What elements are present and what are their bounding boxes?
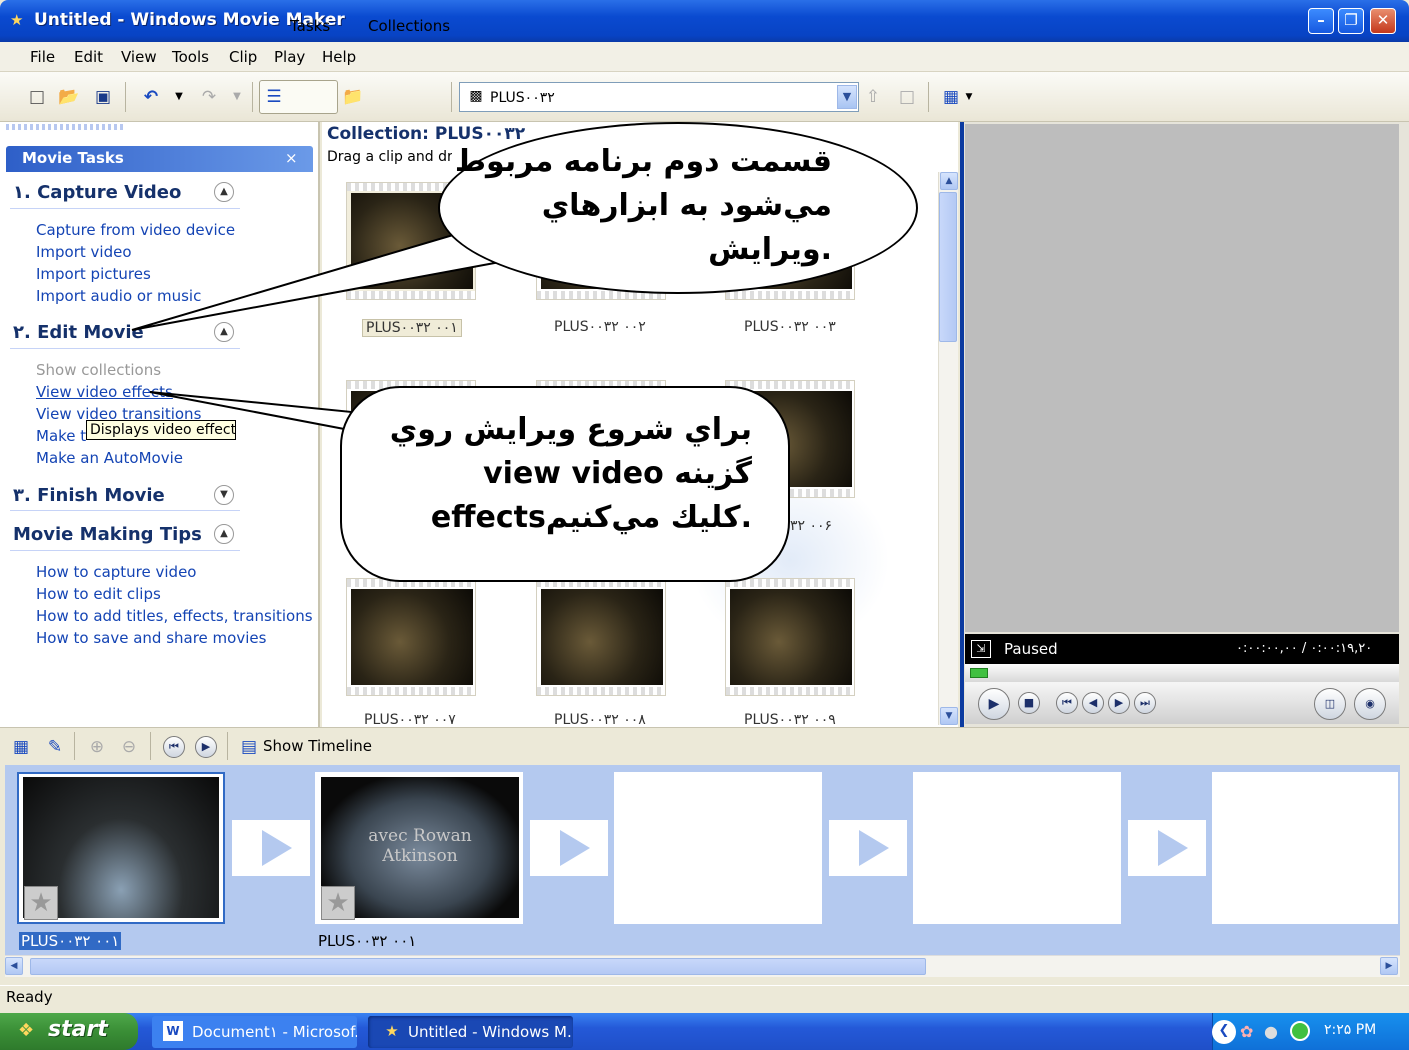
callout-top-line: مي‌شود به ابزارهاي bbox=[541, 188, 832, 223]
callout-bottom-pointer bbox=[149, 391, 362, 434]
callout-bottom-line: effectsكليك مي‌كنيم. bbox=[430, 500, 752, 535]
callout-top-line: ويرايش. bbox=[708, 232, 832, 267]
callout-bottom-line: براي شروع ويرايش روي bbox=[389, 412, 752, 447]
callout-bottom-line: view video گزينه bbox=[483, 456, 752, 491]
callout-top: قسمت دوم برنامه مربوط مي‌شود به ابزارهاي… bbox=[438, 122, 918, 294]
callout-bottom: براي شروع ويرايش روي view video گزينه ef… bbox=[340, 386, 790, 582]
callout-top-line: قسمت دوم برنامه مربوط bbox=[454, 144, 832, 179]
